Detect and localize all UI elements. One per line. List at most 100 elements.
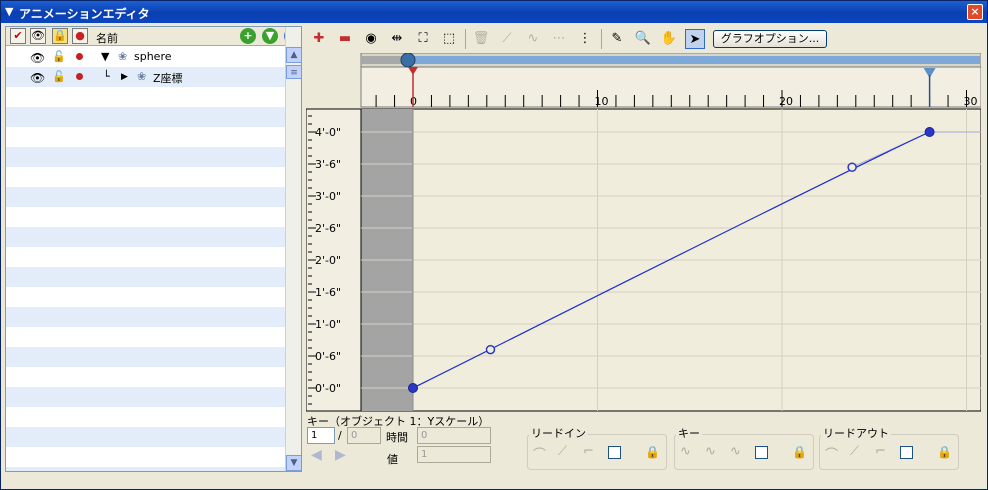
value-tick-label: 2'-6" bbox=[315, 222, 341, 235]
trash-icon: 🗑 bbox=[472, 31, 490, 46]
key-corner-icon: ∿ bbox=[705, 444, 716, 459]
leadout-step-icon: ⌐ bbox=[875, 444, 886, 459]
scroll-up-button[interactable]: ▲ bbox=[286, 47, 301, 63]
fit-selection-icon[interactable]: ⬚ bbox=[439, 29, 459, 49]
key-lock-icon[interactable]: 🔒 bbox=[792, 445, 807, 459]
view-eye-icon[interactable]: ◉ bbox=[361, 29, 381, 49]
empty-row bbox=[6, 287, 286, 307]
leadout-label: リードアウト bbox=[821, 425, 891, 441]
list-item[interactable]: 👁 🔓 ▼ ❀ sphere bbox=[6, 47, 286, 67]
lock-open-icon[interactable]: 🔓 bbox=[52, 70, 66, 83]
empty-row bbox=[6, 207, 286, 227]
eye-icon[interactable]: 👁 bbox=[30, 28, 46, 44]
value-field: 1 bbox=[417, 446, 491, 463]
key-index-field[interactable]: 1 bbox=[307, 427, 335, 444]
key-smooth-icon: ∿ bbox=[680, 444, 691, 459]
linear-icon: ⟋ bbox=[502, 31, 512, 46]
playhead-knob bbox=[400, 53, 416, 68]
move-down-icon[interactable]: ▼ bbox=[262, 28, 278, 44]
expander-icon[interactable]: ▼ bbox=[101, 50, 109, 63]
empty-row bbox=[6, 367, 286, 387]
list-item[interactable]: 👁 🔓 └ ▶ ❀ Z座標 bbox=[6, 67, 286, 87]
value-tick-label: 1'-0" bbox=[315, 318, 341, 331]
timeline-range bbox=[409, 56, 980, 64]
visibility-eye-icon[interactable]: 👁 bbox=[30, 51, 45, 65]
leadin-curve-icon: ⌒ bbox=[533, 448, 547, 463]
window-title: アニメーションエディタ bbox=[19, 7, 150, 21]
leadout-linear-icon: ⟋ bbox=[850, 444, 860, 459]
outliner-header: ✔ 👁 🔒 ● 名前 + ▼ « bbox=[6, 27, 300, 46]
outliner-scrollbar[interactable]: ▲ ≡ ▼ bbox=[285, 27, 301, 471]
expander-icon[interactable]: ▶ bbox=[121, 72, 128, 82]
vertical-align-icon[interactable]: ⋮ bbox=[575, 29, 595, 49]
value-tick-label: 3'-6" bbox=[315, 158, 341, 171]
check-icon[interactable]: ✔ bbox=[10, 28, 26, 44]
add-key-icon[interactable]: ✚ bbox=[309, 29, 329, 49]
key-label: キー bbox=[676, 425, 702, 441]
ruler-label: 30 bbox=[964, 95, 978, 108]
empty-row bbox=[6, 327, 286, 347]
leadout-lock-icon[interactable]: 🔒 bbox=[937, 445, 952, 459]
collapse-icon[interactable]: ▼ bbox=[5, 5, 13, 18]
fit-horizontal-icon[interactable]: ⇹ bbox=[387, 29, 407, 49]
leadin-checkbox[interactable] bbox=[608, 446, 621, 459]
visibility-eye-icon[interactable]: 👁 bbox=[30, 71, 45, 85]
add-icon[interactable]: + bbox=[240, 28, 256, 44]
tree-branch-icon: └ bbox=[103, 70, 110, 83]
spline-icon: ∿ bbox=[527, 31, 539, 46]
value-tick-label: 0'-0" bbox=[315, 382, 341, 395]
constant-icon: ⋯ bbox=[552, 31, 566, 46]
scroll-down-button[interactable]: ▼ bbox=[286, 455, 301, 471]
hand-pan-icon[interactable]: ✋ bbox=[659, 29, 679, 49]
value-tick-label: 2'-0" bbox=[315, 254, 341, 267]
value-tick-label: 1'-6" bbox=[315, 286, 341, 299]
graph-options-button[interactable]: グラフオプション... bbox=[713, 30, 827, 48]
empty-row bbox=[6, 247, 286, 267]
scroll-thumb[interactable]: ≡ bbox=[286, 65, 301, 79]
key-slash: / bbox=[338, 429, 342, 442]
zoom-icon[interactable]: 🔍 bbox=[633, 29, 653, 49]
empty-row bbox=[6, 107, 286, 127]
record-dot-icon[interactable] bbox=[76, 53, 83, 60]
empty-row bbox=[6, 307, 286, 327]
time-field: 0 bbox=[417, 427, 491, 444]
leadout-checkbox[interactable] bbox=[900, 446, 913, 459]
leadin-lock-icon[interactable]: 🔒 bbox=[645, 445, 660, 459]
object-outliner: ✔ 👁 🔒 ● 名前 + ▼ « 👁 🔓 ▼ ❀ sphere 👁 🔓 └ bbox=[5, 26, 302, 472]
record-icon[interactable]: ● bbox=[72, 28, 88, 44]
keyframe-point bbox=[408, 383, 418, 393]
close-button[interactable]: × bbox=[967, 4, 983, 20]
empty-row bbox=[6, 467, 286, 471]
lock-open-icon[interactable]: 🔓 bbox=[52, 50, 66, 63]
key-total-field: 0 bbox=[347, 427, 381, 444]
next-key-icon: ▶ bbox=[335, 447, 346, 463]
curve-graph-svg[interactable]: 01020304'-0"3'-6"3'-0"2'-6"2'-0"1'-6"1'-… bbox=[306, 53, 981, 412]
delete-key-icon[interactable]: ▬ bbox=[335, 29, 355, 49]
curve-graph[interactable]: 01020304'-0"3'-6"3'-0"2'-6"2'-0"1'-6"1'-… bbox=[306, 53, 981, 412]
value-tick-label: 0'-6" bbox=[315, 350, 341, 363]
toolbar-separator bbox=[465, 29, 466, 49]
name-column-header: 名前 bbox=[96, 32, 118, 45]
fit-all-icon[interactable]: ⛶ bbox=[413, 29, 433, 49]
keyframe-point bbox=[924, 127, 935, 137]
empty-row bbox=[6, 167, 286, 187]
empty-row bbox=[6, 127, 286, 147]
empty-row bbox=[6, 407, 286, 427]
value-tick-label: 4'-0" bbox=[315, 126, 341, 139]
add-point-icon[interactable]: ✎ bbox=[607, 29, 627, 49]
select-arrow-icon[interactable]: ➤ bbox=[685, 29, 705, 49]
ruler-label: 20 bbox=[779, 95, 793, 108]
lock-icon[interactable]: 🔒 bbox=[52, 28, 68, 44]
empty-row bbox=[6, 427, 286, 447]
row-label[interactable]: sphere bbox=[134, 50, 172, 63]
record-dot-icon[interactable] bbox=[76, 73, 83, 80]
row-label[interactable]: Z座標 bbox=[153, 70, 183, 86]
empty-row bbox=[6, 267, 286, 287]
value-label: 値 bbox=[387, 453, 398, 466]
empty-row bbox=[6, 447, 286, 467]
leadin-label: リードイン bbox=[529, 425, 588, 441]
time-label: 時間 bbox=[386, 431, 408, 444]
leadin-step-icon: ⌐ bbox=[583, 444, 594, 459]
object-icon: ❀ bbox=[118, 50, 128, 63]
key-checkbox[interactable] bbox=[755, 446, 768, 459]
